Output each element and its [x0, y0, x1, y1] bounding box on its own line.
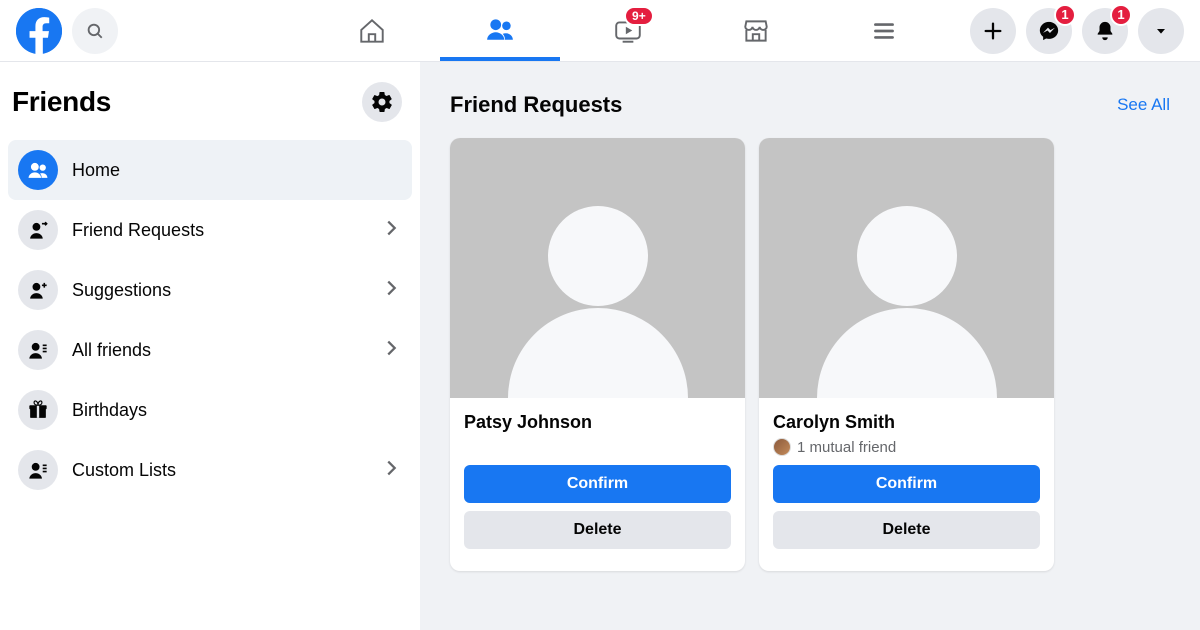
friends-icon	[27, 159, 49, 181]
sidebar-item-label: All friends	[72, 340, 366, 361]
facebook-logo[interactable]	[16, 8, 62, 54]
sidebar-item-all-friends[interactable]: All friends	[8, 320, 412, 380]
sidebar-item-label: Custom Lists	[72, 460, 366, 481]
sidebar: Friends Home Friend Requests Suggestions…	[0, 62, 420, 630]
mutual-text: 1 mutual friend	[797, 439, 896, 456]
nav-watch[interactable]: 9+	[568, 0, 688, 61]
chevron-right-icon	[380, 277, 402, 304]
person-list-icon	[27, 339, 49, 361]
marketplace-icon	[741, 16, 771, 46]
mutual-friends[interactable]: 1 mutual friend	[773, 437, 1040, 457]
sidebar-item-custom-lists[interactable]: Custom Lists	[8, 440, 412, 500]
avatar-placeholder[interactable]	[759, 138, 1054, 398]
card-name[interactable]: Carolyn Smith	[773, 412, 1040, 433]
plus-icon	[982, 20, 1004, 42]
nav-marketplace[interactable]	[696, 0, 816, 61]
caret-down-icon	[1153, 23, 1169, 39]
nav-home[interactable]	[312, 0, 432, 61]
sidebar-item-label: Suggestions	[72, 280, 366, 301]
sidebar-item-suggestions[interactable]: Suggestions	[8, 260, 412, 320]
messenger-button[interactable]: 1	[1026, 8, 1072, 54]
person-plus-icon	[27, 279, 49, 301]
chevron-right-icon	[380, 217, 402, 244]
person-arrow-icon	[27, 219, 49, 241]
sidebar-item-birthdays[interactable]: Birthdays	[8, 380, 412, 440]
card-name[interactable]: Patsy Johnson	[464, 412, 731, 433]
sidebar-item-home[interactable]: Home	[8, 140, 412, 200]
watch-badge: 9+	[624, 6, 654, 26]
top-bar: 9+ 1 1	[0, 0, 1200, 62]
person-list-icon	[27, 459, 49, 481]
home-icon	[357, 16, 387, 46]
nav-friends[interactable]	[440, 0, 560, 61]
sidebar-title: Friends	[12, 86, 111, 118]
delete-button[interactable]: Delete	[773, 511, 1040, 549]
section-title: Friend Requests	[450, 92, 622, 118]
nav-menu[interactable]	[824, 0, 944, 61]
gear-icon	[370, 90, 394, 114]
avatar-placeholder[interactable]	[450, 138, 745, 398]
account-button[interactable]	[1138, 8, 1184, 54]
settings-button[interactable]	[362, 82, 402, 122]
friend-request-card: Patsy Johnson Confirm Delete	[450, 138, 745, 571]
mutual-avatar	[773, 438, 791, 456]
gift-icon	[27, 399, 49, 421]
search-icon	[86, 22, 104, 40]
content: Friend Requests See All Patsy Johnson Co…	[420, 62, 1200, 630]
sidebar-item-friend-requests[interactable]: Friend Requests	[8, 200, 412, 260]
create-button[interactable]	[970, 8, 1016, 54]
notifications-badge: 1	[1110, 4, 1132, 26]
confirm-button[interactable]: Confirm	[464, 465, 731, 503]
sidebar-item-label: Friend Requests	[72, 220, 366, 241]
friend-request-card: Carolyn Smith 1 mutual friend Confirm De…	[759, 138, 1054, 571]
chevron-right-icon	[380, 337, 402, 364]
chevron-right-icon	[380, 457, 402, 484]
notifications-button[interactable]: 1	[1082, 8, 1128, 54]
friends-icon	[485, 14, 515, 44]
confirm-button[interactable]: Confirm	[773, 465, 1040, 503]
see-all-link[interactable]: See All	[1117, 95, 1170, 115]
sidebar-item-label: Home	[72, 160, 402, 181]
sidebar-item-label: Birthdays	[72, 400, 402, 421]
messenger-badge: 1	[1054, 4, 1076, 26]
search-button[interactable]	[72, 8, 118, 54]
menu-icon	[869, 16, 899, 46]
delete-button[interactable]: Delete	[464, 511, 731, 549]
